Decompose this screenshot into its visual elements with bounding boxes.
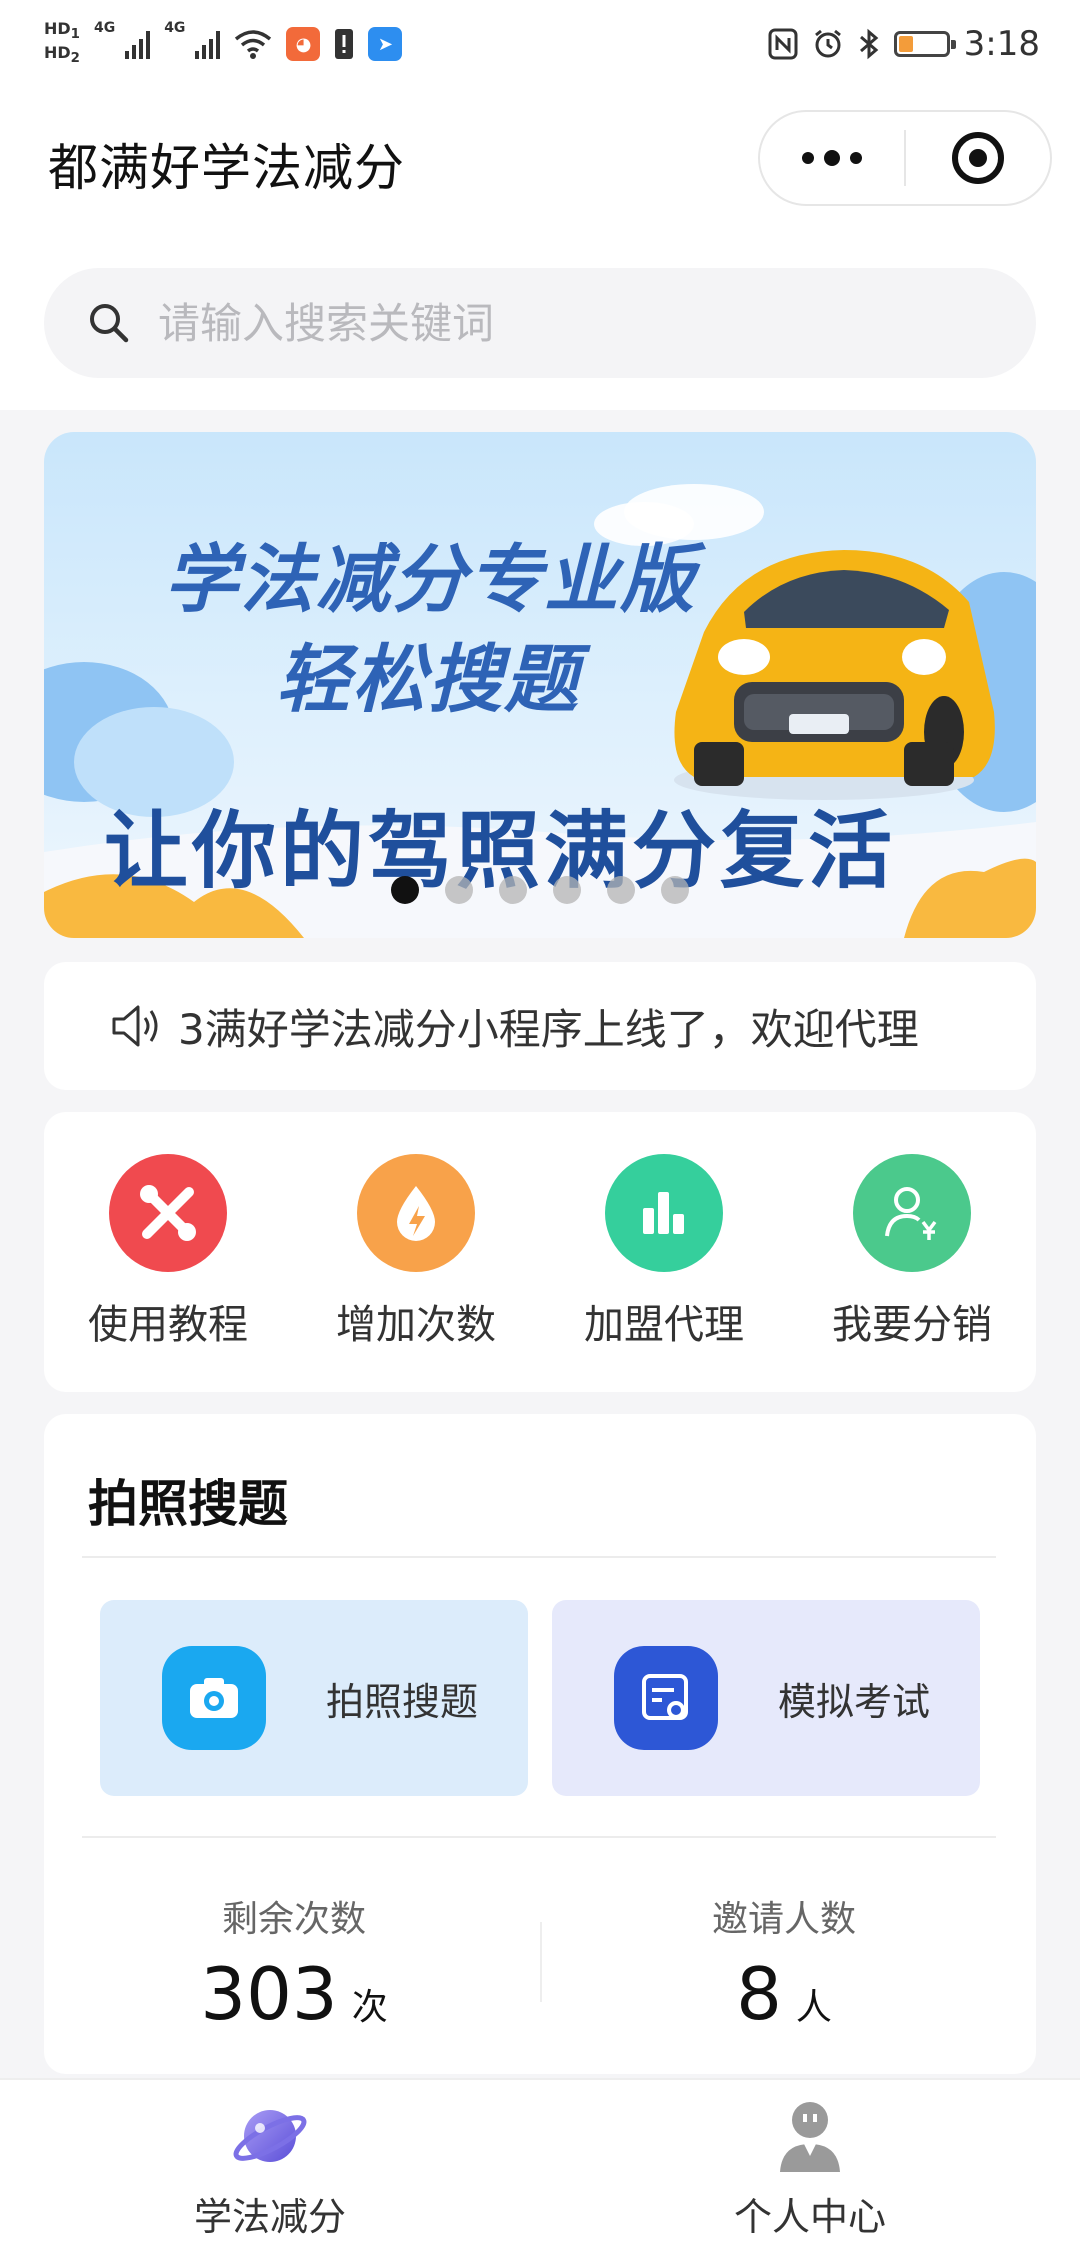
banner-carousel[interactable]: 学法减分专业版 轻松搜题 让你的驾照满分复活 xyxy=(44,432,1036,938)
bluetooth-icon xyxy=(859,28,878,60)
bar-chart-icon xyxy=(605,1154,723,1272)
stat-value: 8 xyxy=(736,1952,782,2036)
tab-label: 学法减分 xyxy=(193,2195,346,2239)
quick-menu: 使用教程 增加次数 加盟代理 我要分销 xyxy=(44,1112,1036,1392)
notification-app-icon: ◕ xyxy=(286,27,321,61)
signal-2-icon xyxy=(195,29,221,59)
tab-profile[interactable]: 个人中心 xyxy=(540,2080,1080,2244)
target-icon xyxy=(951,132,1004,184)
tab-label: 个人中心 xyxy=(733,2195,886,2239)
banner-headline: 学法减分专业版 xyxy=(164,537,696,623)
signal-1-icon xyxy=(125,29,151,59)
photo-search-card: 拍照搜题 拍照搜题 模拟考试 剩余次数 303 次 邀请人数 8人 xyxy=(44,1414,1036,2074)
menu-item-label: 我要分销 xyxy=(832,1302,992,1348)
bottom-tab-bar: 学法减分 个人中心 xyxy=(0,2078,1080,2244)
notice-bar[interactable]: 3满好学法减分小程序上线了，欢迎代理 xyxy=(44,962,1036,1090)
invited-count-stat: 邀请人数 8人 xyxy=(554,1890,1014,2036)
person-icon xyxy=(780,2102,840,2172)
tools-icon xyxy=(109,1154,227,1272)
wifi-icon xyxy=(235,30,272,59)
status-right: 3:18 xyxy=(768,24,1040,64)
more-dot-icon xyxy=(850,152,862,164)
menu-item-label: 加盟代理 xyxy=(584,1302,744,1348)
search-bar[interactable] xyxy=(44,268,1036,378)
message-app-icon: ➤ xyxy=(368,27,403,61)
carousel-dot[interactable] xyxy=(553,876,581,904)
notice-text: 3满好学法减分小程序上线了，欢迎代理 xyxy=(178,1004,919,1054)
more-options-button[interactable] xyxy=(760,150,904,166)
page-title: 都满好学法减分 xyxy=(48,139,405,197)
exam-icon xyxy=(614,1646,718,1750)
hd-indicators: HD1 HD2 xyxy=(44,18,80,68)
stat-value-row: 303 次 xyxy=(64,1952,524,2036)
card-divider xyxy=(82,1556,996,1558)
menu-item-label: 增加次数 xyxy=(336,1302,496,1348)
energy-drop-icon xyxy=(357,1154,475,1272)
status-time: 3:18 xyxy=(963,24,1040,64)
alarm-icon xyxy=(814,29,841,58)
carousel-dot[interactable] xyxy=(661,876,689,904)
stat-label: 邀请人数 xyxy=(711,1899,856,1940)
battery-icon xyxy=(893,31,956,57)
status-bar: HD1 HD2 4G 4G ◕ ➤ 3:18 xyxy=(0,0,1080,88)
stat-label: 剩余次数 xyxy=(221,1899,366,1940)
mini-program-header: 都满好学法减分 xyxy=(0,88,1080,238)
stat-divider xyxy=(540,1922,542,2002)
planet-icon xyxy=(233,2110,307,2162)
speaker-icon xyxy=(112,1005,158,1047)
user-yuan-icon xyxy=(853,1154,971,1272)
carousel-dot-active[interactable] xyxy=(391,876,419,904)
hd-2-label: HD xyxy=(44,43,71,62)
menu-item-tutorial[interactable]: 使用教程 xyxy=(58,1154,278,1392)
stat-unit: 人 xyxy=(795,1987,832,2028)
card-divider xyxy=(82,1836,996,1838)
carousel-dot[interactable] xyxy=(445,876,473,904)
sim-alert-icon xyxy=(335,29,354,59)
network-type-2: 4G xyxy=(164,19,186,36)
search-input[interactable] xyxy=(158,298,978,348)
menu-item-distribution[interactable]: 我要分销 xyxy=(802,1154,1022,1392)
hd-2-sub: 2 xyxy=(70,51,80,67)
carousel-indicators xyxy=(44,876,1036,904)
card-title: 拍照搜题 xyxy=(88,1475,288,1533)
nfc-icon xyxy=(768,28,798,60)
mock-exam-button[interactable]: 模拟考试 xyxy=(552,1600,980,1796)
stat-unit: 次 xyxy=(351,1987,388,2028)
tile-label: 拍照搜题 xyxy=(326,1679,479,1724)
search-section xyxy=(0,238,1080,410)
network-type-1: 4G xyxy=(93,19,116,36)
carousel-dot[interactable] xyxy=(607,876,635,904)
remaining-count-stat: 剩余次数 303 次 xyxy=(64,1890,524,2036)
camera-icon xyxy=(162,1646,266,1750)
stat-value: 303 xyxy=(200,1952,338,2036)
hd-1-label: HD xyxy=(44,18,71,38)
menu-item-franchise[interactable]: 加盟代理 xyxy=(554,1154,774,1392)
stat-value-row: 8人 xyxy=(554,1952,1014,2036)
tile-label: 模拟考试 xyxy=(778,1679,931,1724)
close-mini-program-button[interactable] xyxy=(906,132,1050,184)
menu-item-add-count[interactable]: 增加次数 xyxy=(306,1154,526,1392)
status-left: HD1 HD2 4G 4G ◕ ➤ xyxy=(44,18,403,68)
carousel-dot[interactable] xyxy=(499,876,527,904)
photo-search-button[interactable]: 拍照搜题 xyxy=(100,1600,528,1796)
more-dot-icon xyxy=(802,152,814,164)
search-icon xyxy=(90,304,129,343)
hd-1-sub: 1 xyxy=(70,27,80,42)
mini-program-capsule xyxy=(758,110,1052,206)
menu-item-label: 使用教程 xyxy=(88,1302,248,1348)
banner-subheadline: 轻松搜题 xyxy=(276,637,580,723)
more-dot-icon xyxy=(824,150,840,166)
app-page: HD1 HD2 4G 4G ◕ ➤ 3:18 都满好学法减分 请输入搜索关键词 … xyxy=(0,0,1080,2244)
tab-study[interactable]: 学法减分 xyxy=(0,2080,540,2244)
